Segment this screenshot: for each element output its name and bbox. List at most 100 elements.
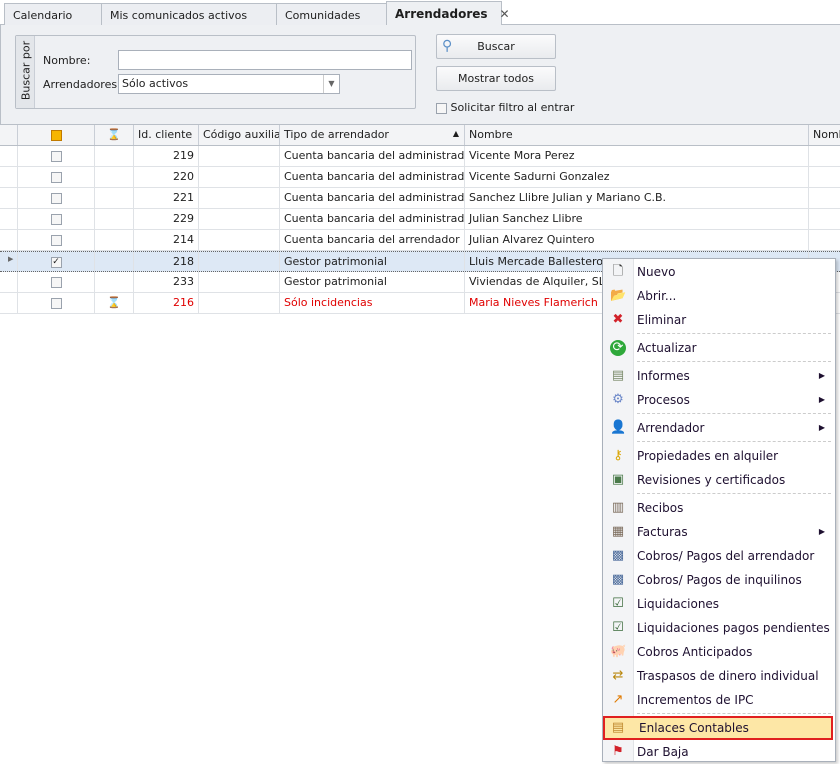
header-nombre-2[interactable]: Nombr bbox=[809, 125, 840, 145]
buscar-button[interactable]: ⚲ Buscar bbox=[436, 34, 556, 59]
row-checkbox[interactable] bbox=[50, 192, 62, 204]
hourglass-cell: ⌛ bbox=[95, 293, 134, 313]
menu-item-nuevo[interactable]: 🗋 Nuevo bbox=[603, 260, 835, 284]
menu-item-arrendador[interactable]: 👤 Arrendador ▶ bbox=[603, 416, 835, 440]
hourglass-header[interactable]: ⌛ bbox=[95, 125, 134, 145]
cell-codigo bbox=[199, 146, 280, 166]
row-checkbox-cell[interactable]: ✓ bbox=[18, 252, 95, 271]
row-checkbox[interactable] bbox=[50, 150, 62, 162]
menu-item-liquidaciones-pagos-pendientes[interactable]: ☑ Liquidaciones pagos pendientes bbox=[603, 616, 835, 640]
menu-item-traspasos-de-dinero-individual[interactable]: ⇄ Traspasos de dinero individual bbox=[603, 664, 835, 688]
menu-item-label: Informes bbox=[637, 369, 690, 383]
settlement-icon: ☑ bbox=[612, 596, 624, 611]
menu-item-label: Nuevo bbox=[637, 265, 676, 279]
header-nombre[interactable]: Nombre bbox=[465, 125, 809, 145]
cell-codigo bbox=[199, 188, 280, 208]
menu-item-label: Incrementos de IPC bbox=[637, 693, 754, 707]
row-checkbox-cell[interactable] bbox=[18, 167, 95, 187]
row-checkbox-cell[interactable] bbox=[18, 230, 95, 250]
cell-nombre-2 bbox=[809, 209, 840, 229]
row-checkbox[interactable]: ✓ bbox=[50, 256, 62, 268]
header-id-cliente[interactable]: Id. cliente bbox=[134, 125, 199, 145]
check-header[interactable] bbox=[18, 125, 95, 145]
menu-item-abrir[interactable]: 📂 Abrir... bbox=[603, 284, 835, 308]
cell-codigo bbox=[199, 209, 280, 229]
hourglass-cell bbox=[95, 167, 134, 187]
tab-calendario[interactable]: Calendario bbox=[4, 3, 102, 25]
calculator-icon: ▩ bbox=[611, 572, 625, 587]
row-checkbox[interactable] bbox=[50, 297, 62, 309]
row-checkbox[interactable] bbox=[50, 213, 62, 225]
cell-codigo bbox=[199, 293, 280, 313]
header-tipo-arrendador[interactable]: Tipo de arrendador ▲ bbox=[280, 125, 465, 145]
table-row[interactable]: 229 Cuenta bancaria del administrador Ju… bbox=[0, 209, 840, 230]
mostrar-todos-button[interactable]: Mostrar todos bbox=[436, 66, 556, 91]
menu-item-revisiones-y-certificados[interactable]: ▣ Revisiones y certificados bbox=[603, 468, 835, 492]
menu-item-cobros-pagos-del-arrendador[interactable]: ▩ Cobros/ Pagos del arrendador bbox=[603, 544, 835, 568]
menu-item-liquidaciones[interactable]: ☑ Liquidaciones bbox=[603, 592, 835, 616]
tab-mis-comunicados[interactable]: Mis comunicados activos bbox=[101, 3, 277, 25]
user-icon: 👤 bbox=[610, 420, 627, 435]
solicitar-filtro-checkbox[interactable]: Solicitar filtro al entrar bbox=[436, 101, 574, 114]
table-row[interactable]: 221 Cuenta bancaria del administrador Sa… bbox=[0, 188, 840, 209]
group-caption: Buscar por bbox=[16, 36, 35, 108]
menu-item-eliminar[interactable]: ✖ Eliminar bbox=[603, 308, 835, 332]
tab-label: Arrendadores bbox=[395, 7, 488, 21]
cell-tipo: Sólo incidencias bbox=[280, 293, 465, 313]
menu-item-incrementos-de-ipc[interactable]: ↗ Incrementos de IPC bbox=[603, 688, 835, 712]
submenu-arrow-icon: ▶ bbox=[818, 371, 825, 380]
row-indicator bbox=[4, 167, 18, 187]
menu-item-cobros-anticipados[interactable]: 🐖 Cobros Anticipados bbox=[603, 640, 835, 664]
row-checkbox[interactable] bbox=[50, 234, 62, 246]
cell-tipo: Cuenta bancaria del administrador bbox=[280, 167, 465, 187]
accounting-link-icon: ▤ bbox=[611, 720, 625, 735]
menu-item-procesos[interactable]: ⚙ Procesos ▶ bbox=[603, 388, 835, 412]
button-label: Buscar bbox=[477, 40, 515, 53]
menu-item-recibos[interactable]: ▥ Recibos bbox=[603, 496, 835, 520]
button-label: Mostrar todos bbox=[457, 72, 535, 85]
tab-arrendadores[interactable]: Arrendadores ✕ bbox=[386, 1, 510, 26]
header-codigo-auxiliar[interactable]: Código auxiliar bbox=[199, 125, 280, 145]
row-checkbox-cell[interactable] bbox=[18, 272, 95, 292]
chevron-down-icon[interactable]: ▼ bbox=[323, 75, 339, 93]
table-row[interactable]: 220 Cuenta bancaria del administrador Vi… bbox=[0, 167, 840, 188]
cell-id: 220 bbox=[134, 167, 199, 187]
menu-item-cobros-pagos-de-inquilinos[interactable]: ▩ Cobros/ Pagos de inquilinos bbox=[603, 568, 835, 592]
cell-tipo: Cuenta bancaria del administrador bbox=[280, 209, 465, 229]
table-row[interactable]: 219 Cuenta bancaria del administrador Vi… bbox=[0, 146, 840, 167]
header-label: Tipo de arrendador bbox=[284, 128, 389, 141]
hourglass-icon: ⌛ bbox=[107, 128, 121, 141]
menu-item-actualizar[interactable]: ⟳ Actualizar bbox=[603, 336, 835, 360]
cell-tipo: Cuenta bancaria del administrador bbox=[280, 188, 465, 208]
select-all-icon[interactable] bbox=[50, 130, 62, 141]
row-checkbox-cell[interactable] bbox=[18, 146, 95, 166]
menu-item-facturas[interactable]: ▦ Facturas ▶ bbox=[603, 520, 835, 544]
row-checkbox-cell[interactable] bbox=[18, 188, 95, 208]
menu-item-propiedades-en-alquiler[interactable]: ⚷ Propiedades en alquiler bbox=[603, 444, 835, 468]
certificate-icon: ▣ bbox=[611, 472, 625, 487]
hourglass-icon: ⌛ bbox=[107, 296, 121, 309]
menu-item-informes[interactable]: ▤ Informes ▶ bbox=[603, 364, 835, 388]
row-checkbox[interactable] bbox=[50, 171, 62, 183]
report-icon: ▤ bbox=[611, 368, 625, 383]
tab-label: Mis comunicados activos bbox=[110, 9, 248, 22]
row-checkbox-cell[interactable] bbox=[18, 293, 95, 313]
menu-item-enlaces-contables[interactable]: ▤ Enlaces Contables bbox=[603, 716, 833, 740]
arrendadores-select[interactable]: Sólo activos ▼ bbox=[118, 74, 340, 94]
select-value: Sólo activos bbox=[122, 77, 189, 90]
tab-comunidades[interactable]: Comunidades bbox=[276, 3, 387, 25]
cell-id: 214 bbox=[134, 230, 199, 250]
close-icon[interactable]: ✕ bbox=[500, 7, 510, 21]
new-document-icon: 🗋 bbox=[612, 264, 624, 279]
row-checkbox-cell[interactable] bbox=[18, 209, 95, 229]
checkbox[interactable] bbox=[436, 102, 447, 114]
cell-nombre: Vicente Mora Perez bbox=[465, 146, 809, 166]
table-row[interactable]: 214 Cuenta bancaria del arrendador Julia… bbox=[0, 230, 840, 251]
menu-item-label: Propiedades en alquiler bbox=[637, 449, 779, 463]
menu-item-label: Cobros/ Pagos del arrendador bbox=[637, 549, 815, 563]
menu-item-dar-baja[interactable]: ⚑ Dar Baja bbox=[603, 740, 835, 764]
menu-item-label: Traspasos de dinero individual bbox=[637, 669, 819, 683]
cell-codigo bbox=[199, 272, 280, 292]
row-checkbox[interactable] bbox=[50, 276, 62, 288]
nombre-input[interactable] bbox=[118, 50, 412, 70]
